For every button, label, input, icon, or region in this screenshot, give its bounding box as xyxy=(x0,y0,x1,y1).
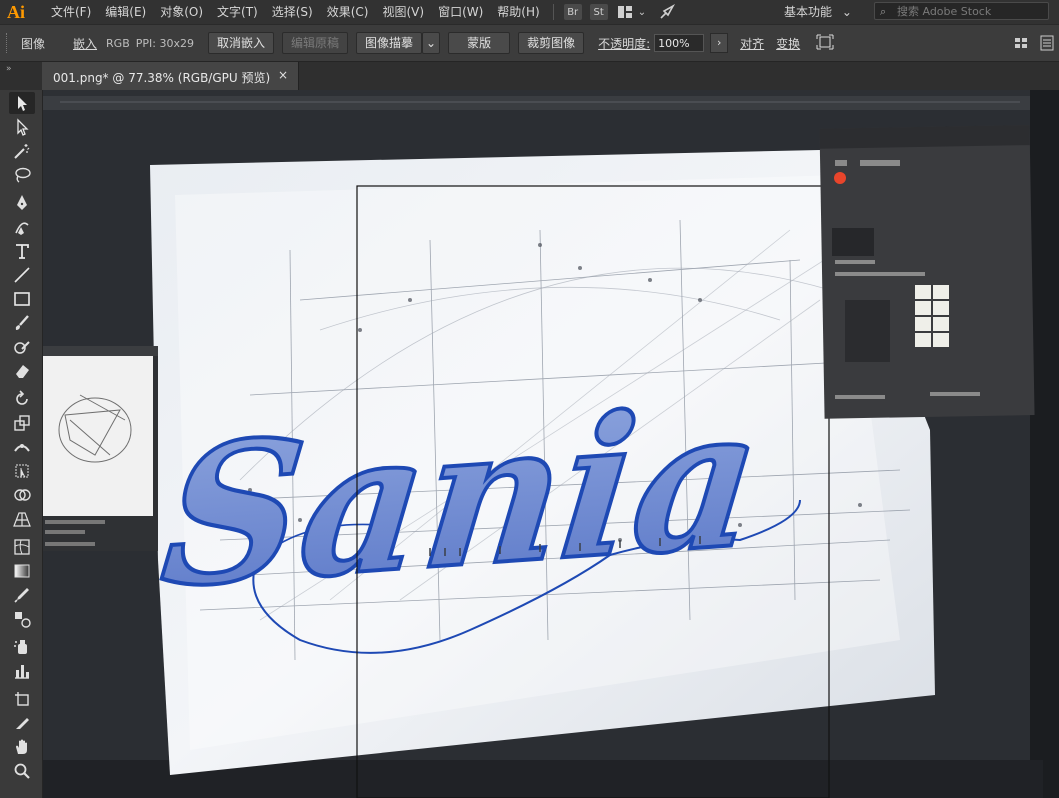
selected-object-type: 图像 xyxy=(21,36,46,51)
gradient-tool-icon[interactable] xyxy=(9,560,35,582)
opacity-field[interactable]: 100% xyxy=(654,34,705,52)
hand-tool-icon[interactable] xyxy=(9,736,35,758)
shape-builder-tool-icon[interactable] xyxy=(9,484,35,506)
symbol-sprayer-tool-icon[interactable] xyxy=(9,636,35,658)
curvature-tool-icon[interactable] xyxy=(9,216,35,238)
workspace-label: 基本功能 xyxy=(784,5,833,19)
tools-panel xyxy=(0,90,43,798)
zoom-tool-icon[interactable] xyxy=(9,760,35,782)
control-bar-grip xyxy=(6,33,11,53)
align-button[interactable]: 对齐 xyxy=(740,35,764,52)
free-transform-tool-icon[interactable] xyxy=(9,460,35,482)
type-tool-icon[interactable] xyxy=(9,240,35,262)
transform-button[interactable]: 变换 xyxy=(776,35,800,52)
document-tab-bar: » 001.png* @ 77.38% (RGB/GPU 预览) × xyxy=(0,62,1059,90)
lasso-tool-icon[interactable] xyxy=(9,164,35,186)
eraser-tool-icon[interactable] xyxy=(9,360,35,382)
paintbrush-tool-icon[interactable] xyxy=(9,312,35,334)
panel-menu-icon[interactable] xyxy=(1040,35,1054,54)
unembed-button[interactable]: 取消嵌入 xyxy=(207,32,274,54)
bridge-icon[interactable]: Br xyxy=(563,4,582,20)
search-icon: ⌕ xyxy=(880,5,887,18)
menu-effect[interactable]: 效果(C) xyxy=(320,0,376,24)
document-canvas[interactable]: Sania xyxy=(43,90,1059,798)
opacity-label[interactable]: 不透明度: xyxy=(598,35,650,52)
arrange-chevron-icon[interactable]: ⌄ xyxy=(638,7,646,18)
image-trace-button[interactable]: 图像描摹 xyxy=(356,32,423,54)
shaper-tool-icon[interactable] xyxy=(9,336,35,358)
embed-link[interactable]: 嵌入 xyxy=(73,35,97,52)
rectangle-tool-icon[interactable] xyxy=(9,288,35,310)
menu-file[interactable]: 文件(F) xyxy=(44,0,98,24)
direct-selection-tool-icon[interactable] xyxy=(9,116,35,138)
crop-image-button[interactable]: 裁剪图像 xyxy=(518,32,585,54)
menu-edit[interactable]: 编辑(E) xyxy=(98,0,153,24)
menu-select[interactable]: 选择(S) xyxy=(265,0,320,24)
column-graph-tool-icon[interactable] xyxy=(9,660,35,682)
chevron-down-icon: ⌄ xyxy=(426,36,437,50)
stock-search-input[interactable]: ⌕ 搜索 Adobe Stock xyxy=(874,2,1049,20)
close-icon[interactable]: × xyxy=(278,68,288,82)
arrange-documents-icon[interactable] xyxy=(616,4,634,20)
opacity-expand-icon[interactable]: › xyxy=(710,33,729,53)
search-placeholder: 搜索 Adobe Stock xyxy=(897,5,992,18)
eyedropper-tool-icon[interactable] xyxy=(9,584,35,606)
arrange-panel-icon[interactable] xyxy=(1014,37,1028,52)
selection-tool-icon[interactable] xyxy=(9,92,35,114)
document-tab[interactable]: 001.png* @ 77.38% (RGB/GPU 预览) × xyxy=(42,62,299,90)
control-bar: 图像 嵌入 RGB PPI: 30x29 取消嵌入 编辑原稿 图像描摹 ⌄ 蒙版… xyxy=(0,24,1059,62)
menu-type[interactable]: 文字(T) xyxy=(210,0,265,24)
menu-window[interactable]: 窗口(W) xyxy=(431,0,490,24)
scale-tool-icon[interactable] xyxy=(9,412,35,434)
rotate-tool-icon[interactable] xyxy=(9,388,35,410)
line-segment-tool-icon[interactable] xyxy=(9,264,35,286)
artboard-tool-icon[interactable] xyxy=(9,688,35,710)
workspace-switcher[interactable]: 基本功能 ⌄ xyxy=(784,0,852,24)
menu-help[interactable]: 帮助(H) xyxy=(490,0,546,24)
menu-view[interactable]: 视图(V) xyxy=(375,0,431,24)
collapse-toolbar-icon[interactable]: » xyxy=(6,64,12,74)
artwork-lettering: Sania xyxy=(154,365,770,632)
edit-original-button[interactable]: 编辑原稿 xyxy=(281,32,348,54)
menu-object[interactable]: 对象(O) xyxy=(153,0,210,24)
photo-navigator-panel xyxy=(43,346,158,551)
slice-tool-icon[interactable] xyxy=(9,712,35,734)
mesh-tool-icon[interactable] xyxy=(9,536,35,558)
perspective-grid-tool-icon[interactable] xyxy=(9,508,35,530)
image-trace-dropdown[interactable]: ⌄ xyxy=(422,32,441,54)
app-logo: Ai xyxy=(7,2,25,22)
artwork-photo: Sania xyxy=(43,90,1059,798)
pen-tool-icon[interactable] xyxy=(9,192,35,214)
photo-layers-panel xyxy=(819,125,1035,419)
stock-icon[interactable]: St xyxy=(589,4,608,20)
color-mode: RGB xyxy=(106,36,130,50)
isolate-icon[interactable] xyxy=(816,34,834,53)
menu-separator xyxy=(552,4,554,20)
ppi-value: PPI: 30x29 xyxy=(135,36,194,50)
width-tool-icon[interactable] xyxy=(9,436,35,458)
blend-tool-icon[interactable] xyxy=(9,608,35,630)
magic-wand-tool-icon[interactable] xyxy=(9,140,35,162)
workspace-chevron-icon: ⌄ xyxy=(841,5,852,19)
mask-button[interactable]: 蒙版 xyxy=(448,32,511,54)
document-tab-title: 001.png* @ 77.38% (RGB/GPU 预览) xyxy=(53,71,271,85)
gpu-performance-icon[interactable] xyxy=(658,4,676,20)
